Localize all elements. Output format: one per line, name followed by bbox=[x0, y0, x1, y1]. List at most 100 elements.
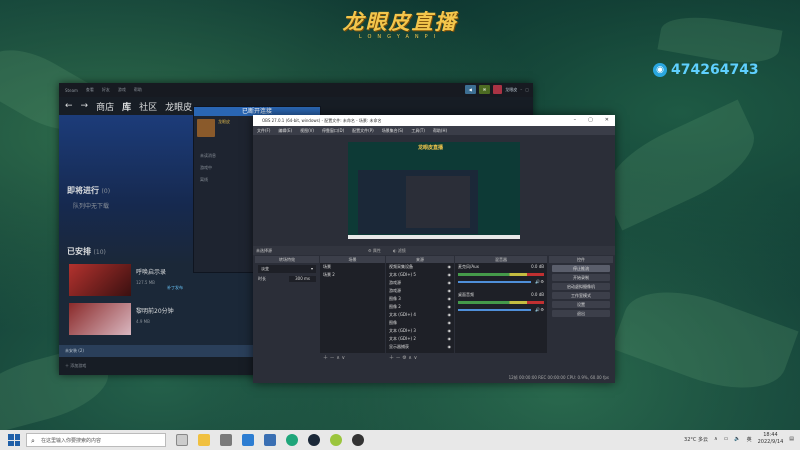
window-minimize-icon[interactable]: – bbox=[574, 115, 577, 126]
down-icon[interactable]: ∨ bbox=[414, 355, 418, 361]
wallpaper-leaf bbox=[611, 273, 799, 407]
eye-icon[interactable]: ◉ bbox=[448, 304, 452, 310]
stop-streaming-button[interactable]: 停止推流 bbox=[552, 265, 610, 272]
window-maximize-icon[interactable]: ▢ bbox=[588, 115, 593, 126]
taskbar-search-input[interactable]: 在这里输入你要搜索的内容 bbox=[26, 433, 166, 448]
source-item[interactable]: 图像 ◉ bbox=[386, 319, 454, 327]
window-maximize-icon[interactable]: ▢ bbox=[525, 87, 529, 92]
eye-icon[interactable]: ◉ bbox=[448, 328, 452, 334]
duration-input[interactable]: 300 ms bbox=[289, 276, 316, 282]
nav-store[interactable]: 商店 bbox=[96, 100, 114, 113]
download-item[interactable]: 黎明前20分钟 4.9 MB bbox=[69, 303, 189, 335]
obs-menu-item[interactable]: 工具(T) bbox=[411, 126, 425, 135]
obs-menu-item[interactable]: 帮助(H) bbox=[433, 126, 447, 135]
down-icon[interactable]: ∨ bbox=[341, 355, 345, 361]
eye-icon[interactable]: ◉ bbox=[448, 288, 452, 294]
up-icon[interactable]: ∧ bbox=[336, 355, 340, 361]
taskbar-clock[interactable]: 18:44 2022/9/14 bbox=[758, 432, 784, 446]
source-item[interactable]: 文本 (GDI+) 3 ◉ bbox=[386, 327, 454, 335]
steam-avatar[interactable] bbox=[493, 85, 503, 94]
eye-icon[interactable]: ◉ bbox=[448, 264, 452, 270]
add-game-button[interactable]: ＋ 添加游戏 bbox=[59, 357, 253, 375]
eye-icon[interactable]: ◉ bbox=[448, 280, 452, 286]
scene-item[interactable]: 场景 2 bbox=[320, 271, 385, 279]
nav-profile[interactable]: 龙眼皮 bbox=[165, 100, 192, 113]
add-icon[interactable]: ＋ bbox=[389, 355, 394, 361]
gear-icon[interactable]: ⚙ bbox=[540, 307, 544, 312]
add-icon[interactable]: ＋ bbox=[323, 355, 328, 361]
mail-icon[interactable] bbox=[264, 434, 276, 446]
source-item[interactable]: 游戏源 ◉ bbox=[386, 279, 454, 287]
file-explorer-icon[interactable] bbox=[198, 434, 210, 446]
source-item[interactable]: 文本 (GDI+) 5 ◉ bbox=[386, 271, 454, 279]
window-close-icon[interactable]: ✕ bbox=[605, 115, 609, 126]
notification-icon[interactable]: ✉ bbox=[478, 85, 491, 94]
up-icon[interactable]: ∧ bbox=[408, 355, 412, 361]
source-item[interactable]: 文本 (GDI+) 2 ◉ bbox=[386, 335, 454, 343]
download-status-bar[interactable]: 未安装 (2) bbox=[59, 345, 253, 357]
forward-arrow-icon[interactable]: → bbox=[81, 101, 89, 111]
obs-menu-item[interactable]: 停靠窗口(D) bbox=[322, 126, 344, 135]
taskbar-app-icon[interactable] bbox=[220, 434, 232, 446]
source-item[interactable]: 游戏源 ◉ bbox=[386, 287, 454, 295]
eye-icon[interactable]: ◉ bbox=[448, 272, 452, 278]
source-item[interactable]: 显示器捕获 ◉ bbox=[386, 343, 454, 351]
remove-icon[interactable]: － bbox=[396, 355, 401, 361]
steam-icon[interactable] bbox=[308, 434, 320, 446]
obs-menu-item[interactable]: 编辑(E) bbox=[278, 126, 292, 135]
source-item[interactable]: 视频采集设备 ◉ bbox=[386, 263, 454, 271]
obs-preview[interactable]: 龙眼皮直播 bbox=[348, 142, 520, 239]
download-item[interactable]: 呼唤启示录 127.5 MB 补丁发布 bbox=[69, 264, 189, 296]
obs-menu-item[interactable]: 文件(F) bbox=[257, 126, 270, 135]
properties-button[interactable]: ⚙ 属性 bbox=[368, 246, 381, 255]
obs-menu-item[interactable]: 视图(V) bbox=[300, 126, 314, 135]
nav-library[interactable]: 库 bbox=[122, 100, 131, 113]
obs-menu-item[interactable]: 场景集合(S) bbox=[382, 126, 404, 135]
settings-button[interactable]: 设置 bbox=[552, 301, 610, 308]
window-minimize-icon[interactable]: – bbox=[520, 87, 522, 92]
transition-select[interactable]: 淡变 ▾ bbox=[258, 265, 316, 273]
store-icon[interactable] bbox=[242, 434, 254, 446]
source-item[interactable]: 文本 (GDI+) 4 ◉ bbox=[386, 311, 454, 319]
start-recording-button[interactable]: 开始录制 bbox=[552, 274, 610, 281]
eye-icon[interactable]: ◉ bbox=[448, 336, 452, 342]
obs-icon[interactable] bbox=[352, 434, 364, 446]
gear-icon[interactable]: ⚙ bbox=[402, 355, 406, 361]
volume-icon[interactable]: 🔈 bbox=[734, 436, 740, 442]
steam-menu-item[interactable]: 帮助 bbox=[134, 87, 142, 93]
volume-slider[interactable] bbox=[458, 281, 532, 283]
scene-item[interactable]: 场景 bbox=[320, 263, 385, 271]
volume-slider[interactable] bbox=[458, 309, 532, 311]
edge-icon[interactable] bbox=[286, 434, 298, 446]
obs-menu-item[interactable]: 配置文件(P) bbox=[352, 126, 374, 135]
filters-button[interactable]: ◐ 滤镜 bbox=[393, 246, 406, 255]
network-icon[interactable]: ▭ bbox=[724, 436, 729, 442]
source-item[interactable]: 图像 2 ◉ bbox=[386, 303, 454, 311]
eye-icon[interactable]: ◉ bbox=[448, 344, 452, 350]
broadcast-icon[interactable]: ◀ bbox=[464, 85, 476, 94]
audio-meter bbox=[458, 273, 544, 276]
taskbar-app-icon[interactable] bbox=[330, 434, 342, 446]
eye-icon[interactable]: ◉ bbox=[448, 312, 452, 318]
ime-indicator[interactable]: 英 bbox=[747, 436, 752, 443]
exit-button[interactable]: 退出 bbox=[552, 310, 610, 317]
notification-icon[interactable]: ▤ bbox=[789, 436, 794, 442]
weather-label[interactable]: 32°C 多云 bbox=[684, 436, 708, 443]
steam-menu-item[interactable]: 好友 bbox=[102, 87, 110, 93]
eye-icon[interactable]: ◉ bbox=[448, 320, 452, 326]
steam-username[interactable]: 龙眼皮 bbox=[505, 87, 517, 93]
back-arrow-icon[interactable]: ← bbox=[65, 101, 73, 111]
steam-menu-item[interactable]: Steam bbox=[65, 88, 78, 93]
source-item[interactable]: 图像 3 ◉ bbox=[386, 295, 454, 303]
steam-menu-item[interactable]: 游戏 bbox=[118, 87, 126, 93]
steam-menu-item[interactable]: 查看 bbox=[86, 87, 94, 93]
task-view-icon[interactable] bbox=[176, 434, 188, 446]
gear-icon[interactable]: ⚙ bbox=[540, 279, 544, 284]
nav-community[interactable]: 社区 bbox=[139, 100, 157, 113]
eye-icon[interactable]: ◉ bbox=[448, 296, 452, 302]
virtual-camera-button[interactable]: 启动虚拟摄像机 bbox=[552, 283, 610, 290]
windows-start-icon[interactable] bbox=[8, 434, 20, 446]
studio-mode-button[interactable]: 工作室模式 bbox=[552, 292, 610, 299]
remove-icon[interactable]: － bbox=[330, 355, 335, 361]
chevron-up-icon[interactable]: ∧ bbox=[714, 436, 718, 442]
